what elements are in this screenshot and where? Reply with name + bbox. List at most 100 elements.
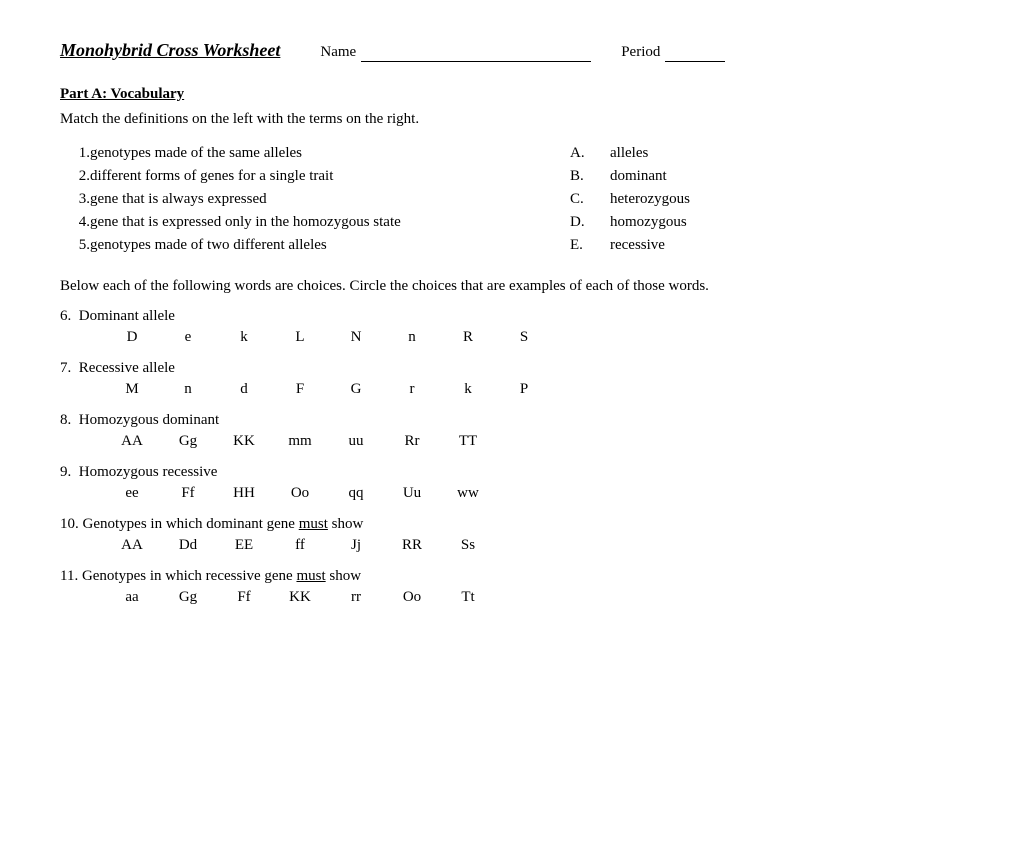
choice-11-KK: KK — [288, 589, 312, 606]
choice-10-Ss: Ss — [456, 537, 480, 554]
question-10-choices: AA Dd EE ff Jj RR Ss — [60, 537, 964, 554]
vocab-term-c: heterozygous — [610, 188, 964, 211]
choice-6-S: S — [512, 329, 536, 346]
vocab-instructions: Match the definitions on the left with t… — [60, 111, 964, 128]
choice-8-TT: TT — [456, 433, 480, 450]
question-9: 9. Homozygous recessive ee Ff HH Oo qq U… — [60, 464, 964, 502]
choice-6-L: L — [288, 329, 312, 346]
vocab-def-4: gene that is expressed only in the homoz… — [90, 211, 570, 234]
question-10-label: 10. Genotypes in which dominant gene mus… — [60, 516, 964, 533]
choice-7-k: k — [456, 381, 480, 398]
choice-11-Ff: Ff — [232, 589, 256, 606]
choice-10-Jj: Jj — [344, 537, 368, 554]
choice-6-n: n — [400, 329, 424, 346]
vocab-letter-b: B. — [570, 165, 610, 188]
choice-9-HH: HH — [232, 485, 256, 502]
choice-11-Gg: Gg — [176, 589, 200, 606]
vocab-term-d: homozygous — [610, 211, 964, 234]
question-8-choices: AA Gg KK mm uu Rr TT — [60, 433, 964, 450]
vocab-row-5: 5. genotypes made of two different allel… — [60, 234, 964, 257]
choice-11-Tt: Tt — [456, 589, 480, 606]
question-11-label: 11. Genotypes in which recessive gene mu… — [60, 568, 964, 585]
question-11-choices: aa Gg Ff KK rr Oo Tt — [60, 589, 964, 606]
question-7: 7. Recessive allele M n d F G r k P — [60, 360, 964, 398]
period-label: Period — [621, 44, 725, 62]
choice-10-EE: EE — [232, 537, 256, 554]
choice-6-N: N — [344, 329, 368, 346]
vocab-row-1: 1. genotypes made of the same alleles A.… — [60, 142, 964, 165]
choice-9-Oo: Oo — [288, 485, 312, 502]
question-11: 11. Genotypes in which recessive gene mu… — [60, 568, 964, 606]
vocab-num-2: 2. — [60, 165, 90, 188]
choice-6-R: R — [456, 329, 480, 346]
choice-6-e: e — [176, 329, 200, 346]
choice-8-Gg: Gg — [176, 433, 200, 450]
name-period-area: Name Period — [320, 44, 725, 62]
questions-section: 6. Dominant allele D e k L N n R S 7. Re… — [60, 308, 964, 606]
worksheet-title: Monohybrid Cross Worksheet — [60, 40, 280, 61]
choice-9-ee: ee — [120, 485, 144, 502]
question-9-choices: ee Ff HH Oo qq Uu ww — [60, 485, 964, 502]
name-label: Name — [320, 44, 591, 62]
question-6: 6. Dominant allele D e k L N n R S — [60, 308, 964, 346]
vocab-def-2: different forms of genes for a single tr… — [90, 165, 570, 188]
vocab-term-a: alleles — [610, 142, 964, 165]
choice-10-ff: ff — [288, 537, 312, 554]
choice-8-Rr: Rr — [400, 433, 424, 450]
vocab-def-3: gene that is always expressed — [90, 188, 570, 211]
vocab-letter-d: D. — [570, 211, 610, 234]
question-10: 10. Genotypes in which dominant gene mus… — [60, 516, 964, 554]
vocab-def-1: genotypes made of the same alleles — [90, 142, 570, 165]
choice-8-AA: AA — [120, 433, 144, 450]
vocab-term-b: dominant — [610, 165, 964, 188]
page-header: Monohybrid Cross Worksheet Name Period — [60, 40, 964, 62]
choice-9-Uu: Uu — [400, 485, 424, 502]
question-6-choices: D e k L N n R S — [60, 329, 964, 346]
choice-7-d: d — [232, 381, 256, 398]
must-underline-11: must — [296, 568, 325, 584]
choice-10-RR: RR — [400, 537, 424, 554]
vocab-row-3: 3. gene that is always expressed C. hete… — [60, 188, 964, 211]
must-underline-10: must — [299, 516, 328, 532]
choice-11-Oo: Oo — [400, 589, 424, 606]
choice-9-qq: qq — [344, 485, 368, 502]
vocab-letter-c: C. — [570, 188, 610, 211]
vocab-term-e: recessive — [610, 234, 964, 257]
question-8: 8. Homozygous dominant AA Gg KK mm uu Rr… — [60, 412, 964, 450]
vocab-def-5: genotypes made of two different alleles — [90, 234, 570, 257]
part-a-section: Part A: Vocabulary Match the definitions… — [60, 86, 964, 257]
vocab-letter-e: E. — [570, 234, 610, 257]
question-7-label: 7. Recessive allele — [60, 360, 964, 377]
part-a-title: Part A: Vocabulary — [60, 86, 964, 103]
choice-10-AA: AA — [120, 537, 144, 554]
choice-8-mm: mm — [288, 433, 312, 450]
vocab-num-4: 4. — [60, 211, 90, 234]
question-8-label: 8. Homozygous dominant — [60, 412, 964, 429]
choice-7-M: M — [120, 381, 144, 398]
choice-7-F: F — [288, 381, 312, 398]
choice-6-D: D — [120, 329, 144, 346]
vocab-row-4: 4. gene that is expressed only in the ho… — [60, 211, 964, 234]
choice-7-P: P — [512, 381, 536, 398]
choice-6-k: k — [232, 329, 256, 346]
choice-7-r: r — [400, 381, 424, 398]
vocab-match-table: 1. genotypes made of the same alleles A.… — [60, 142, 964, 257]
choice-8-KK: KK — [232, 433, 256, 450]
choice-9-Ff: Ff — [176, 485, 200, 502]
question-6-label: 6. Dominant allele — [60, 308, 964, 325]
vocab-num-5: 5. — [60, 234, 90, 257]
question-7-choices: M n d F G r k P — [60, 381, 964, 398]
vocab-row-2: 2. different forms of genes for a single… — [60, 165, 964, 188]
vocab-num-1: 1. — [60, 142, 90, 165]
choice-7-n: n — [176, 381, 200, 398]
choice-11-aa: aa — [120, 589, 144, 606]
choice-10-Dd: Dd — [176, 537, 200, 554]
vocab-num-3: 3. — [60, 188, 90, 211]
vocab-letter-a: A. — [570, 142, 610, 165]
choice-11-rr: rr — [344, 589, 368, 606]
choice-9-ww: ww — [456, 485, 480, 502]
choice-7-G: G — [344, 381, 368, 398]
choice-8-uu: uu — [344, 433, 368, 450]
circle-instructions: Below each of the following words are ch… — [60, 275, 964, 298]
question-9-label: 9. Homozygous recessive — [60, 464, 964, 481]
